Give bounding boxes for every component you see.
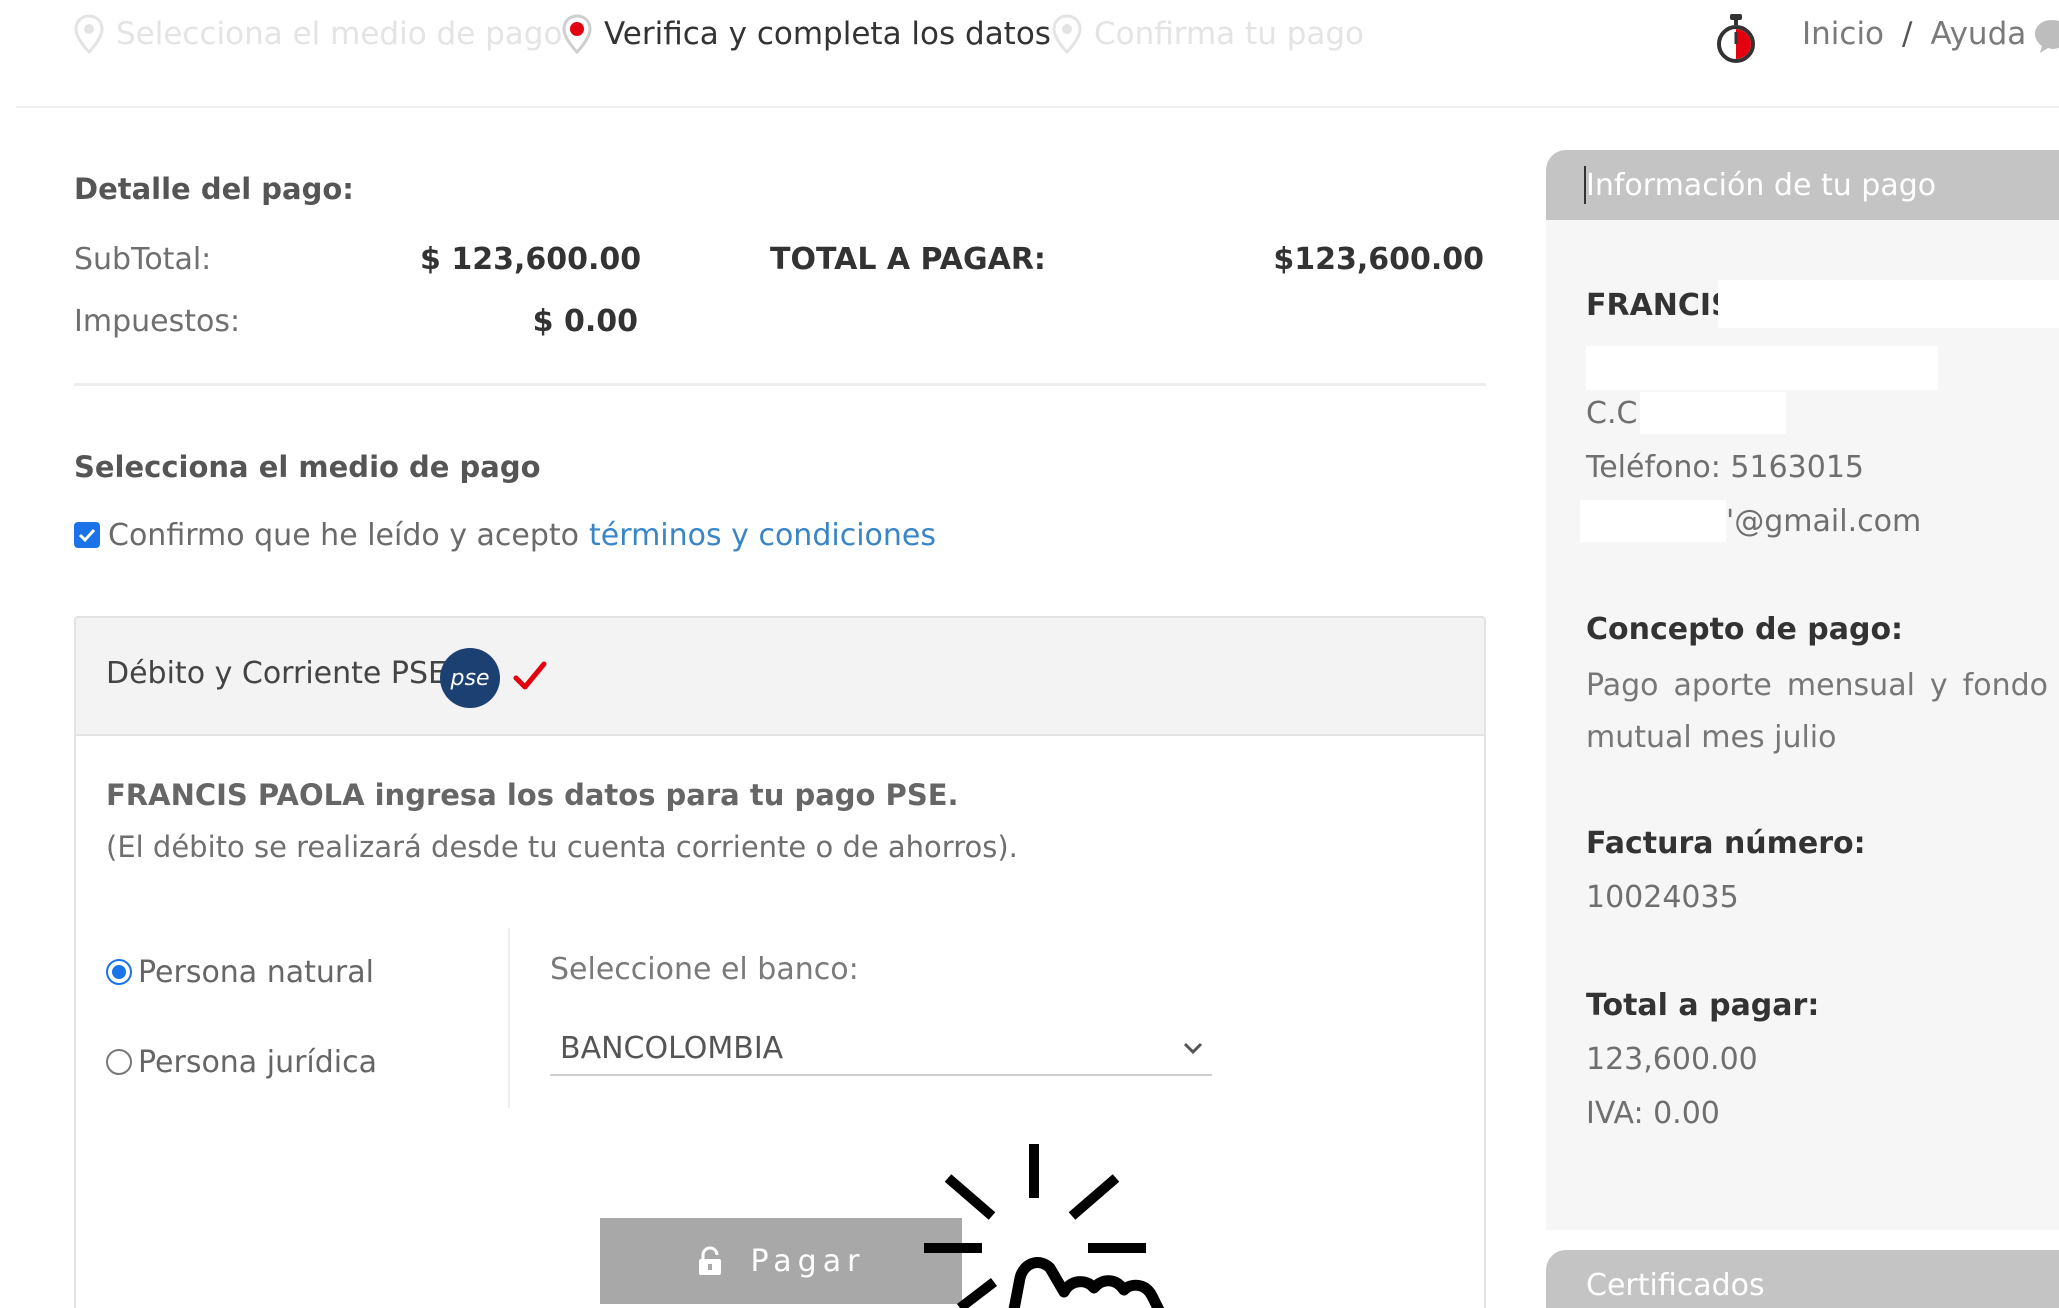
- payer-email: '@gmail.com: [1726, 504, 1922, 539]
- radio-persona-natural[interactable]: Persona natural: [106, 952, 374, 992]
- total-label: TOTAL A PAGAR:: [770, 242, 1046, 277]
- payment-info-header: Información de tu pago: [1546, 150, 2059, 220]
- total-value: $123,600.00: [1273, 242, 1484, 277]
- terms-link[interactable]: términos y condiciones: [589, 518, 936, 553]
- map-pin-icon: [562, 14, 592, 54]
- step-verify-data[interactable]: Verifica y completa los datos: [562, 14, 1051, 54]
- redacted-block: [1640, 392, 1786, 434]
- payment-page: Selecciona el medio de pago Verifica y c…: [0, 0, 2059, 1308]
- radio-label: Persona natural: [138, 954, 374, 990]
- payment-method-title: Selecciona el medio de pago: [74, 450, 541, 484]
- pse-title: Débito y Corriente PSE: [106, 656, 447, 691]
- id-label: C.C:: [1586, 396, 1648, 431]
- payer-phone: Teléfono: 5163015: [1586, 450, 1865, 485]
- redacted-block: [1580, 500, 1726, 542]
- payment-detail-title: Detalle del pago:: [74, 172, 354, 206]
- pse-intro-bold: FRANCIS PAOLA ingresa los datos para tu …: [106, 778, 959, 812]
- terms-row: Confirmo que he leído y acepto términos …: [74, 515, 936, 555]
- nav-help-link[interactable]: Ayuda: [1930, 16, 2026, 52]
- concept-value: Pago aporte mensual y fondo mutual mes j…: [1586, 668, 2048, 755]
- top-nav: Inicio / Ayuda: [1802, 14, 2026, 54]
- click-hand-cursor-icon: [924, 1144, 1165, 1308]
- step-confirm-payment[interactable]: Confirma tu pago: [1052, 14, 1364, 54]
- step-select-method[interactable]: Selecciona el medio de pago: [74, 14, 562, 54]
- red-check-icon: [513, 661, 547, 690]
- payment-info-panel: Información de tu pago FRANCIS C.C: Telé…: [1546, 150, 2059, 1230]
- total-to-pay-value: 123,600.00: [1586, 1042, 1758, 1077]
- total-to-pay-label: Total a pagar:: [1586, 988, 1820, 1023]
- radio-button[interactable]: [106, 959, 132, 985]
- terms-checkbox[interactable]: [74, 522, 100, 548]
- concept-label: Concepto de pago:: [1586, 612, 1904, 647]
- invoice-label: Factura número:: [1586, 826, 1866, 861]
- subtotal-label: SubTotal:: [74, 242, 212, 277]
- redacted-block: [1586, 346, 1938, 390]
- bank-select[interactable]: BANCOLOMBIA: [550, 1028, 1212, 1076]
- step-label: Selecciona el medio de pago: [116, 16, 563, 52]
- chat-help-icon[interactable]: [2032, 16, 2059, 56]
- bank-label: Seleccione el banco:: [550, 952, 859, 987]
- nav-home-link[interactable]: Inicio: [1802, 16, 1884, 52]
- step-label: Verifica y completa los datos: [604, 16, 1051, 52]
- map-pin-icon: [74, 14, 104, 54]
- step-label: Confirma tu pago: [1094, 16, 1365, 52]
- check-icon: [78, 528, 96, 543]
- nav-separator: /: [1902, 16, 1913, 52]
- pse-logo-text: pse: [450, 665, 490, 691]
- detail-divider: [74, 383, 1486, 386]
- stopwatch-icon: [1717, 14, 1755, 63]
- radio-persona-juridica[interactable]: Persona jurídica: [106, 1042, 377, 1082]
- payer-name: FRANCIS: [1586, 288, 1733, 323]
- radio-button[interactable]: [106, 1049, 132, 1075]
- redacted-block: [1718, 280, 2059, 328]
- terms-text: Confirmo que he leído y acepto: [108, 517, 580, 553]
- top-bar: Selecciona el medio de pago Verifica y c…: [0, 0, 2059, 70]
- certificates-panel[interactable]: Certificados: [1546, 1250, 2059, 1308]
- top-divider: [16, 106, 2059, 108]
- chevron-down-icon: [1183, 1042, 1203, 1055]
- pse-card-header[interactable]: Débito y Corriente PSE pse: [76, 618, 1484, 736]
- vertical-divider: [508, 928, 510, 1108]
- map-pin-icon: [1052, 14, 1082, 54]
- payment-info-title: Información de tu pago: [1583, 166, 1937, 204]
- radio-label: Persona jurídica: [138, 1044, 378, 1080]
- pse-card: Débito y Corriente PSE pse FRANCIS PAOLA…: [74, 616, 1486, 1308]
- certificates-title: Certificados: [1586, 1268, 1765, 1303]
- taxes-value: $ 0.00: [532, 304, 638, 339]
- subtotal-value: $ 123,600.00: [420, 242, 642, 277]
- taxes-label: Impuestos:: [74, 304, 241, 339]
- pse-intro-note: (El débito se realizará desde tu cuenta …: [106, 830, 1018, 864]
- invoice-value: 10024035: [1586, 880, 1739, 915]
- bank-selected-value: BANCOLOMBIA: [560, 1030, 784, 1066]
- pay-button-label: Pagar: [750, 1243, 866, 1279]
- pse-logo: pse: [440, 648, 500, 708]
- iva-value: IVA: 0.00: [1586, 1096, 1720, 1131]
- lock-icon: [698, 1246, 721, 1275]
- pay-button[interactable]: Pagar: [600, 1218, 962, 1304]
